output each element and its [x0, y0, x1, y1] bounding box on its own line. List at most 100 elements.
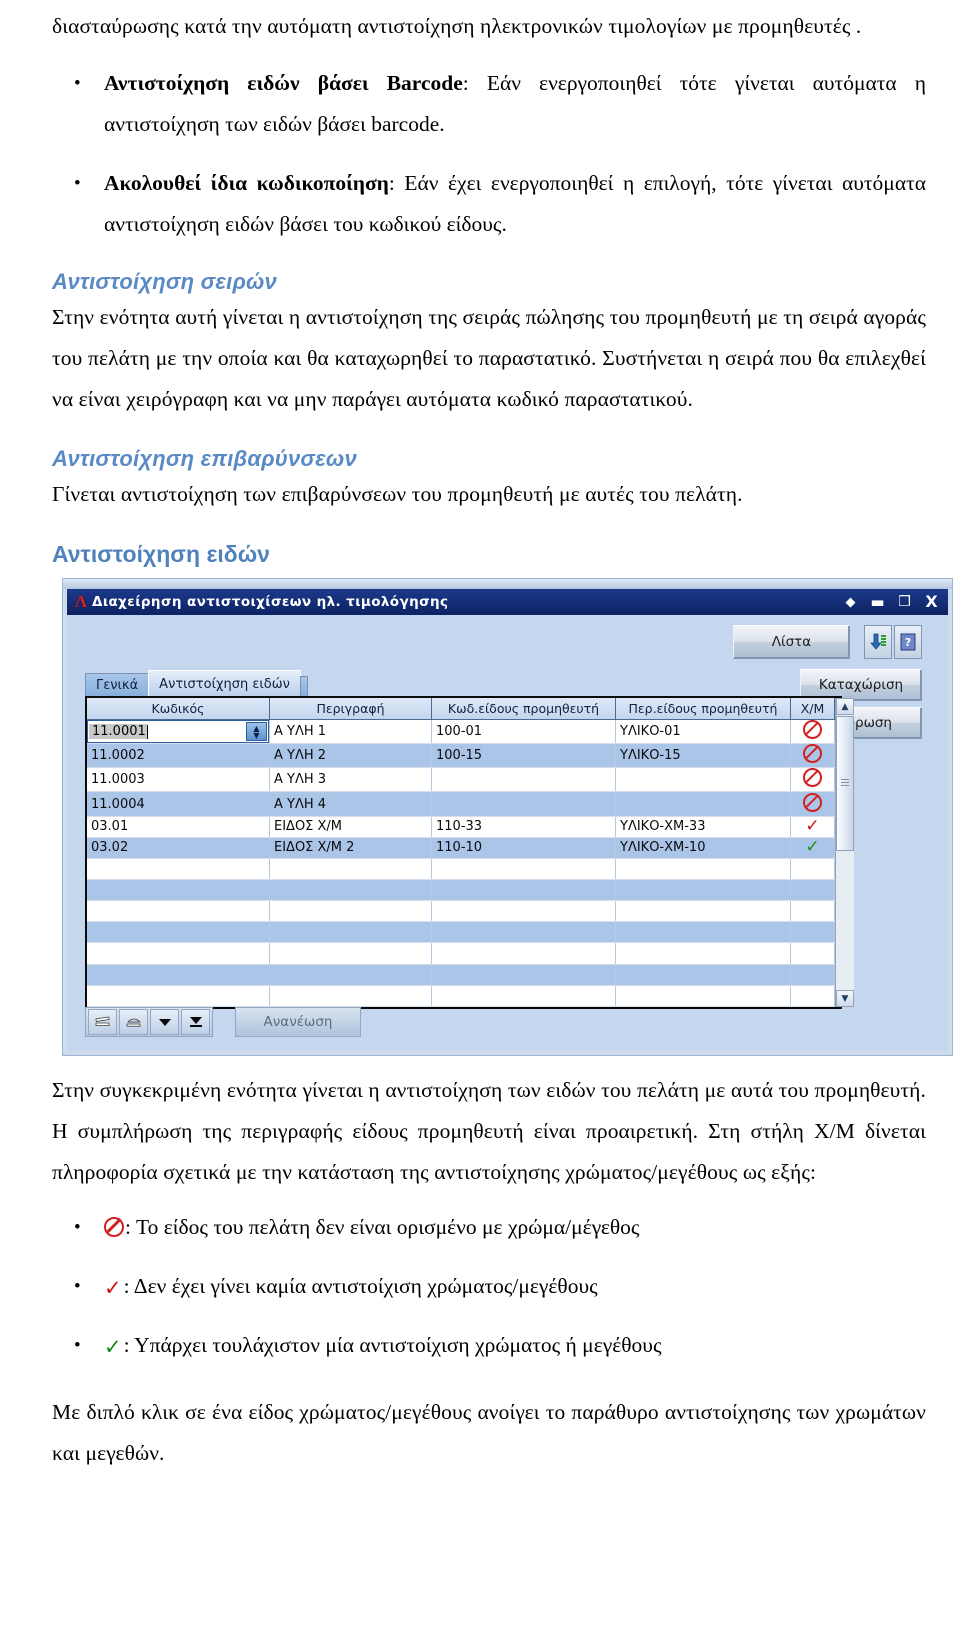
cell-code[interactable] [87, 900, 270, 923]
cell-xm-status[interactable] [790, 719, 835, 745]
export-icon[interactable] [864, 625, 892, 659]
table-row[interactable] [87, 942, 835, 965]
cell-supplier-description[interactable] [615, 985, 791, 1008]
cell-supplier-code[interactable]: 100-01 [431, 719, 616, 745]
cell-xm-status[interactable] [790, 900, 835, 923]
table-row[interactable]: 11.0004 Α ΥΛΗ 4 [87, 791, 835, 817]
delete-record-icon[interactable] [119, 1009, 148, 1035]
cell-description[interactable]: Α ΥΛΗ 3 [269, 767, 432, 793]
cell-supplier-description[interactable]: ΥΛΙΚΟ-ΧΜ-33 [615, 816, 791, 838]
refresh-button[interactable]: Ανανέωση [235, 1007, 361, 1037]
table-row[interactable]: 03.01 ΕΙΔΟΣ Χ/Μ 110-33 ΥΛΙΚΟ-ΧΜ-33 ✓ [87, 816, 835, 838]
cell-description[interactable] [269, 921, 432, 944]
table-row[interactable] [87, 921, 835, 944]
cell-description[interactable]: Α ΥΛΗ 1 [269, 719, 432, 745]
cell-code[interactable] [87, 858, 270, 881]
cell-xm-status[interactable] [790, 942, 835, 965]
cell-supplier-code[interactable] [431, 985, 616, 1008]
cell-supplier-code[interactable] [431, 942, 616, 965]
cell-xm-status[interactable] [790, 767, 835, 793]
cell-code[interactable] [87, 985, 270, 1008]
cell-code[interactable]: 11.0004 [87, 791, 270, 817]
cell-supplier-code[interactable] [431, 767, 616, 793]
cell-supplier-code[interactable] [431, 791, 616, 817]
cell-supplier-code[interactable] [431, 964, 616, 986]
cell-xm-status[interactable] [790, 858, 835, 881]
cell-supplier-description[interactable]: ΥΛΙΚΟ-ΧΜ-10 [615, 837, 791, 859]
cell-code[interactable] [87, 879, 270, 902]
table-row[interactable] [87, 964, 835, 986]
cell-supplier-description[interactable]: ΥΛΙΚΟ-01 [615, 719, 791, 745]
cell-xm-status[interactable] [790, 964, 835, 986]
cell-supplier-description[interactable] [615, 921, 791, 944]
cell-supplier-description[interactable] [615, 767, 791, 793]
cell-xm-status[interactable]: ✓ [790, 816, 835, 838]
scroll-up-icon[interactable]: ▲ [836, 698, 854, 715]
table-row[interactable]: 11.0001 ▲ ▼ Α ΥΛΗ 1 100-01 ΥΛΙΚΟ-01 [87, 719, 835, 745]
cell-supplier-code[interactable]: 110-10 [431, 837, 616, 859]
cell-supplier-description[interactable] [615, 791, 791, 817]
cell-description[interactable]: ΕΙΔΟΣ Χ/Μ [269, 816, 432, 838]
help-icon[interactable]: ? [894, 625, 922, 659]
cell-description[interactable]: Α ΥΛΗ 4 [269, 791, 432, 817]
cell-supplier-code[interactable] [431, 921, 616, 944]
spinner-icon[interactable]: ▲ ▼ [246, 722, 267, 742]
cell-description[interactable] [269, 879, 432, 902]
column-header-description[interactable]: Περιγραφή [269, 698, 432, 720]
code-input[interactable]: 11.0001 ▲ ▼ [87, 720, 269, 743]
cell-description[interactable] [269, 900, 432, 923]
cell-xm-status[interactable] [790, 921, 835, 944]
cell-code[interactable] [87, 942, 270, 965]
table-row[interactable]: 11.0003 Α ΥΛΗ 3 [87, 767, 835, 793]
cell-supplier-description[interactable]: ΥΛΙΚΟ-15 [615, 743, 791, 769]
cell-supplier-description[interactable] [615, 879, 791, 902]
cell-code[interactable]: 11.0003 [87, 767, 270, 793]
tab-item-matching[interactable]: Αντιστοίχηση ειδών [148, 670, 301, 697]
cell-code[interactable] [87, 964, 270, 986]
cell-xm-status[interactable] [790, 879, 835, 902]
cell-supplier-description[interactable] [615, 858, 791, 881]
cell-supplier-description[interactable] [615, 900, 791, 923]
insert-record-icon[interactable] [88, 1009, 117, 1035]
minimize-icon[interactable]: ▬ [869, 594, 886, 611]
cell-supplier-code[interactable] [431, 858, 616, 881]
cell-description[interactable] [269, 858, 432, 881]
column-header-supplier-desc[interactable]: Περ.είδους προμηθευτή [615, 698, 791, 720]
cell-xm-status[interactable]: ✓ [790, 837, 835, 859]
table-row[interactable] [87, 858, 835, 881]
cell-code[interactable]: 11.0002 [87, 743, 270, 769]
cell-supplier-description[interactable] [615, 942, 791, 965]
cell-description[interactable] [269, 942, 432, 965]
cell-description[interactable]: ΕΙΔΟΣ Χ/Μ 2 [269, 837, 432, 859]
tab-general[interactable]: Γενικά [85, 673, 150, 697]
cell-xm-status[interactable] [790, 985, 835, 1008]
cell-xm-status[interactable] [790, 791, 835, 817]
cell-supplier-description[interactable] [615, 964, 791, 986]
cell-supplier-code[interactable]: 110-33 [431, 816, 616, 838]
cell-code[interactable]: 11.0001 ▲ ▼ [87, 719, 270, 745]
cell-description[interactable] [269, 985, 432, 1008]
cell-description[interactable]: Α ΥΛΗ 2 [269, 743, 432, 769]
cell-description[interactable] [269, 964, 432, 986]
table-row[interactable] [87, 985, 835, 1008]
scroll-down-icon[interactable]: ▼ [836, 990, 854, 1007]
cell-code[interactable]: 03.01 [87, 816, 270, 838]
cell-xm-status[interactable] [790, 743, 835, 769]
table-row[interactable]: 11.0002 Α ΥΛΗ 2 100-15 ΥΛΙΚΟ-15 [87, 743, 835, 769]
cell-code[interactable] [87, 921, 270, 944]
list-button[interactable]: Λίστα [733, 625, 850, 659]
grid-vertical-scrollbar[interactable]: ▲ ▼ [835, 698, 854, 1007]
last-record-icon[interactable] [181, 1009, 210, 1035]
column-header-code[interactable]: Κωδικός [87, 698, 270, 720]
cell-supplier-code[interactable] [431, 900, 616, 923]
column-header-xm[interactable]: Χ/Μ [790, 698, 835, 720]
maximize-icon[interactable]: ❒ [896, 594, 913, 611]
cell-supplier-code[interactable]: 100-15 [431, 743, 616, 769]
table-row[interactable] [87, 879, 835, 902]
table-row[interactable]: 03.02 ΕΙΔΟΣ Χ/Μ 2 110-10 ΥΛΙΚΟ-ΧΜ-10 ✓ [87, 837, 835, 859]
window-titlebar[interactable]: Λ Διαχείρηση αντιστοιχίσεων ηλ. τιμολόγη… [67, 589, 948, 615]
cell-supplier-code[interactable] [431, 879, 616, 902]
next-record-icon[interactable] [150, 1009, 179, 1035]
cell-code[interactable]: 03.02 [87, 837, 270, 859]
restore-icon[interactable]: ◆ [842, 594, 859, 611]
